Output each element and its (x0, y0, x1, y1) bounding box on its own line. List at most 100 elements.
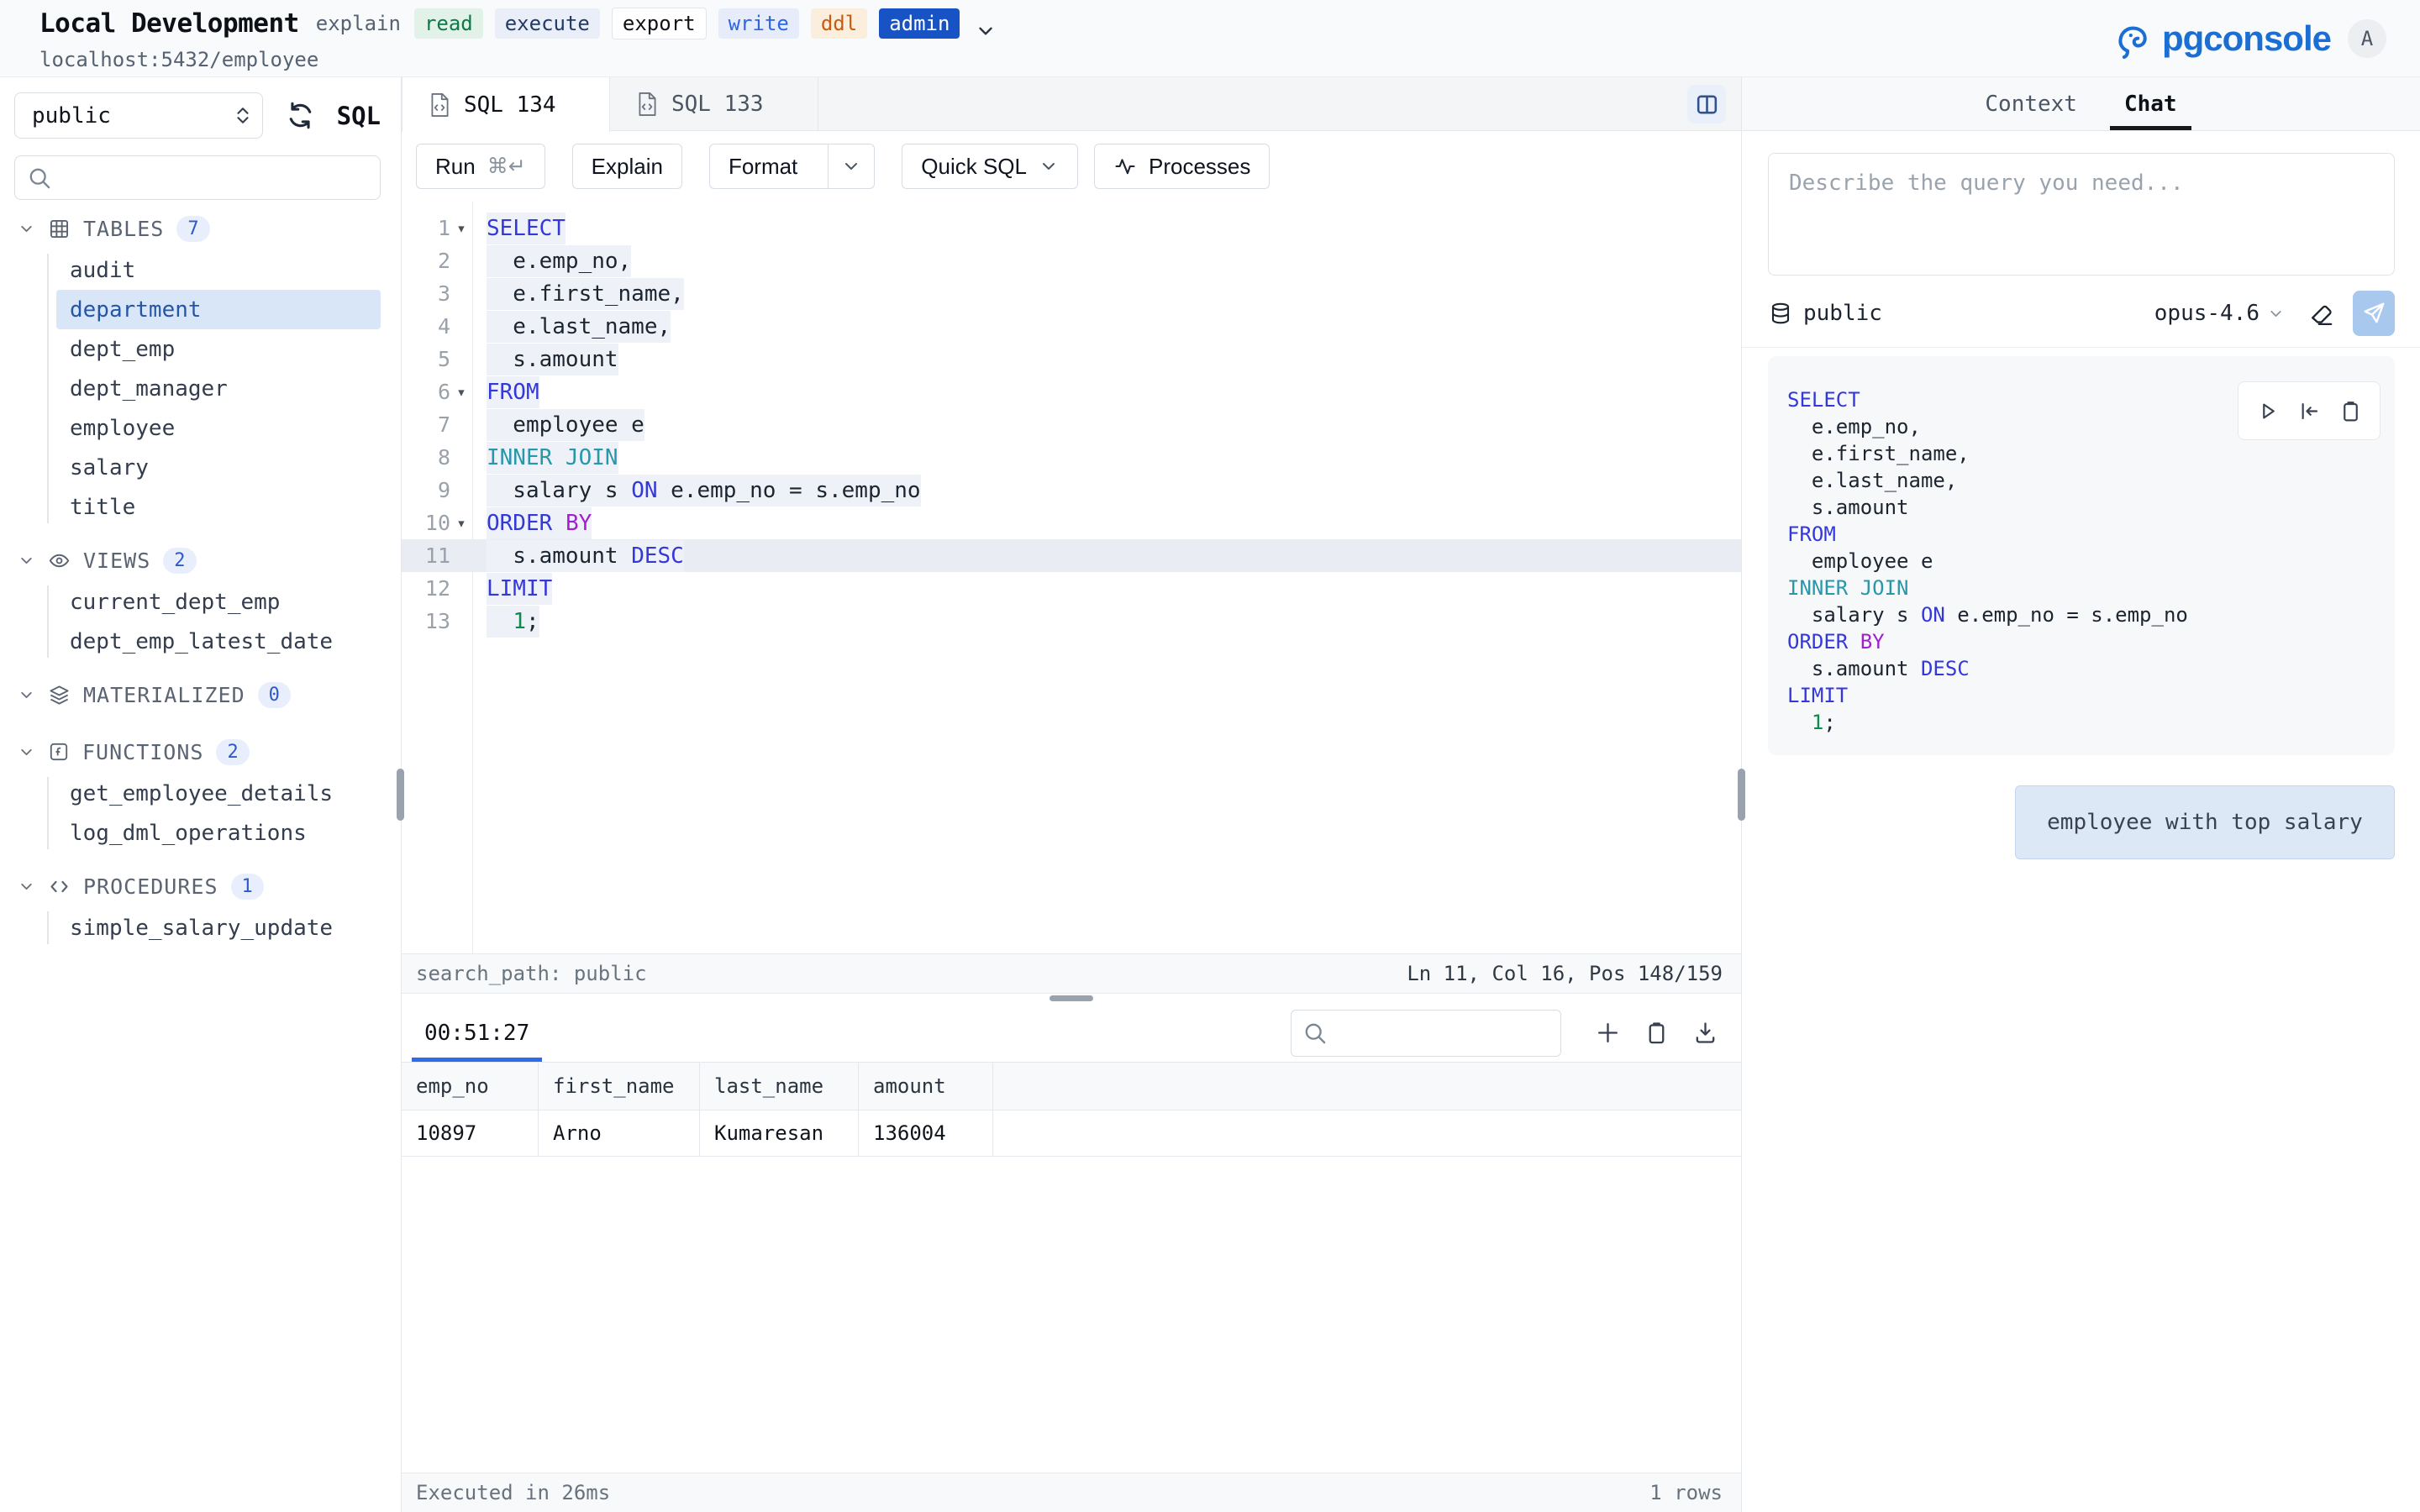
quick-sql-button[interactable]: Quick SQL (902, 144, 1078, 189)
count-badge: 7 (176, 216, 209, 242)
editor-area: SQL 134 SQL 133 Run ⌘↵ Explain Format (402, 77, 1741, 1512)
count-badge: 2 (163, 548, 196, 574)
section-items: simple_salary_update (0, 908, 401, 948)
tab-chat[interactable]: Chat (2124, 77, 2177, 130)
count-badge: 2 (216, 739, 249, 765)
count-badge: 1 (231, 874, 264, 900)
format-button[interactable]: Format (709, 144, 875, 189)
run-shortcut: ⌘↵ (487, 154, 526, 179)
permission-badge-export: export (612, 8, 707, 39)
line-number: 7 (438, 412, 450, 437)
editor-line: 11▾ s.amount DESC (402, 539, 1741, 572)
splitter-handle[interactable] (1050, 995, 1093, 1001)
tab-sql-133[interactable]: SQL 133 (610, 77, 818, 130)
tab-context[interactable]: Context (1985, 77, 2077, 130)
ai-panel: Context Chat public opus-4.6 (1741, 77, 2420, 1512)
fold-icon[interactable]: ▾ (450, 219, 472, 238)
sidebar-item-title[interactable]: title (56, 487, 381, 527)
results-splitter[interactable] (402, 994, 1741, 1004)
code-line: s.amount DESC (1787, 655, 2375, 682)
line-number: 11 (425, 543, 450, 568)
sidebar-section-header-tables[interactable]: TABLES7 (0, 212, 401, 245)
send-plane-icon (2361, 301, 2386, 326)
sidebar-item-employee[interactable]: employee (56, 408, 381, 448)
sidebar-section-header-views[interactable]: VIEWS2 (0, 543, 401, 577)
results-search-input[interactable] (1291, 1010, 1561, 1057)
copy-results-icon[interactable] (1644, 1020, 1670, 1046)
download-results-icon[interactable] (1692, 1020, 1718, 1046)
cell-filler (993, 1110, 1741, 1156)
sidebar-section-header-materialized[interactable]: MATERIALIZED0 (0, 678, 401, 711)
schema-sidebar: public SQL TABLES7auditdepartmentdept_em… (0, 77, 402, 1512)
fold-icon[interactable]: ▾ (450, 383, 472, 402)
sidebar-section-header-functions[interactable]: FUNCTIONS2 (0, 735, 401, 769)
chat-prompt-input[interactable] (1768, 153, 2395, 276)
copy-sql-icon[interactable] (2338, 399, 2363, 423)
cell-first_name: Arno (539, 1110, 700, 1156)
code-line: INNER JOIN (472, 445, 618, 470)
sidebar-item-dept_manager[interactable]: dept_manager (56, 369, 381, 408)
model-select[interactable]: opus-4.6 (2154, 301, 2285, 326)
chevron-down-icon (841, 156, 861, 176)
processes-button[interactable]: Processes (1094, 144, 1270, 189)
sidebar-item-simple_salary_update[interactable]: simple_salary_update (56, 908, 381, 948)
sidebar-item-current_dept_emp[interactable]: current_dept_emp (56, 582, 381, 622)
tab-label: SQL 134 (464, 92, 556, 118)
sql-mode-label[interactable]: SQL (337, 102, 381, 130)
line-gutter: 9▾ (402, 478, 472, 502)
line-gutter: 2▾ (402, 249, 472, 273)
column-header-first_name: first_name (539, 1063, 700, 1110)
execution-time: Executed in 26ms (416, 1481, 610, 1504)
code-line: SELECT (472, 216, 566, 241)
table-row[interactable]: 10897ArnoKumaresan136004 (402, 1110, 1741, 1157)
send-button[interactable] (2353, 291, 2395, 336)
sidebar-section-functions: FUNCTIONS2 get_employee_detailslog_dml_op… (0, 735, 401, 853)
sidebar-section-header-procedures[interactable]: PROCEDURES1 (0, 869, 401, 903)
sidebar-item-department[interactable]: department (56, 290, 381, 329)
line-gutter: 12▾ (402, 576, 472, 601)
results-footer: Executed in 26ms 1 rows (402, 1473, 1741, 1512)
editor-line: 6▾FROM (402, 375, 1741, 408)
column-header-last_name: last_name (700, 1063, 859, 1110)
clear-chat-icon[interactable] (2307, 300, 2335, 328)
sql-editor[interactable]: 1▾SELECT2▾ e.emp_no,3▾ e.first_name,4▾ e… (402, 202, 1741, 953)
ai-panel-tabs: Context Chat (1742, 77, 2420, 131)
schema-select[interactable]: public (14, 92, 263, 139)
chat-schema-select[interactable]: public (1768, 301, 1882, 326)
quick-sql-label: Quick SQL (921, 154, 1027, 180)
code-line: employee e (1787, 548, 2375, 575)
run-button[interactable]: Run ⌘↵ (416, 144, 545, 189)
permission-badge-execute: execute (495, 8, 600, 39)
sidebar-item-audit[interactable]: audit (56, 250, 381, 290)
run-generated-sql-icon[interactable] (2255, 399, 2280, 423)
sidebar-splitter-handle[interactable] (397, 769, 404, 821)
sidebar-item-log_dml_operations[interactable]: log_dml_operations (56, 813, 381, 853)
code-line: ORDER BY (472, 511, 592, 536)
sidebar-item-dept_emp[interactable]: dept_emp (56, 329, 381, 369)
refresh-icon[interactable] (285, 100, 316, 131)
sidebar-item-salary[interactable]: salary (56, 448, 381, 487)
chevron-down-icon[interactable] (975, 20, 997, 42)
add-result-tab-icon[interactable] (1595, 1020, 1621, 1046)
app-header: Local Development explainreadexecuteexpo… (0, 0, 2420, 77)
panel-splitter-handle[interactable] (1738, 769, 1745, 821)
sidebar-item-get_employee_details[interactable]: get_employee_details (56, 774, 381, 813)
code-line: s.amount DESC (472, 543, 684, 569)
sidebar-item-dept_emp_latest_date[interactable]: dept_emp_latest_date (56, 622, 381, 661)
tab-sql-134[interactable]: SQL 134 (402, 77, 610, 132)
eye-icon (48, 549, 71, 572)
line-number: 6 (438, 380, 450, 404)
format-dropdown-button[interactable] (828, 144, 874, 188)
chevron-down-icon (18, 686, 35, 704)
panel-toggle-button[interactable] (1687, 85, 1726, 123)
sidebar-search-input[interactable] (14, 155, 381, 200)
line-number: 1 (438, 216, 450, 240)
cursor-position-status: Ln 11, Col 16, Pos 148/159 (1407, 962, 1723, 985)
fn-icon (48, 741, 70, 763)
result-tab-timer[interactable]: 00:51:27 (416, 1004, 538, 1062)
fold-icon[interactable]: ▾ (450, 514, 472, 533)
explain-button[interactable]: Explain (572, 144, 682, 189)
avatar[interactable]: A (2348, 19, 2386, 58)
insert-into-editor-icon[interactable] (2297, 399, 2322, 423)
code-line: ORDER BY (1787, 628, 2375, 655)
